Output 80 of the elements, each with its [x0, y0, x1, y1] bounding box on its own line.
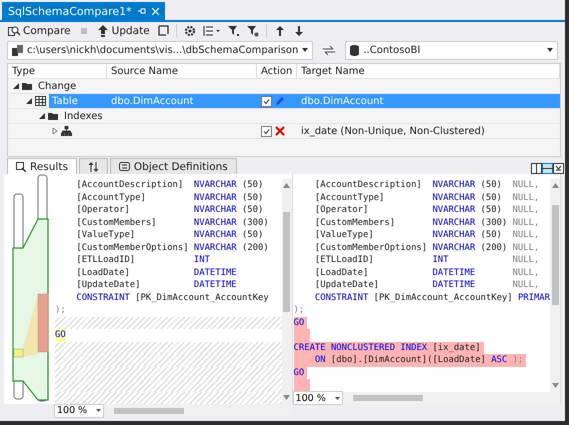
- code-line: [LoadDate] DATETIME NULL,: [314, 266, 540, 279]
- filter-icon: [246, 24, 259, 36]
- document-tab[interactable]: SqlSchemaCompare1*: [2, 2, 165, 20]
- check-icon: [263, 128, 270, 134]
- code-line: [LoadDate] DATETIME: [75, 266, 237, 279]
- swap-icon[interactable]: [323, 46, 336, 54]
- tree-row[interactable]: Indexes: [8, 109, 560, 124]
- vertical-scrollbar[interactable]: [550, 179, 560, 392]
- caret-icon: [96, 409, 101, 412]
- column-header[interactable]: Target Name: [297, 64, 560, 78]
- code-line: );: [55, 304, 66, 316]
- scroll-up-icon[interactable]: [283, 183, 290, 188]
- code-line: [CustomMembers] NVARCHAR (300): [75, 216, 269, 229]
- expanded-arrow-icon[interactable]: [39, 113, 45, 119]
- collapsed-arrow-icon[interactable]: [52, 128, 58, 134]
- code-line: [Operator] NVARCHAR (50): [75, 204, 264, 216]
- code-line: [AccountDescription] NVARCHAR (50) NULL,: [314, 179, 540, 192]
- database-icon: [350, 44, 360, 56]
- panel-tab[interactable]: [78, 158, 108, 174]
- code-line: [AccountType] NVARCHAR (50): [75, 192, 264, 204]
- code-line: [ETLLoadID] INT: [75, 254, 211, 266]
- script-icon: [156, 24, 169, 36]
- panel-tab[interactable]: Object Definitions: [110, 158, 237, 174]
- pin-icon[interactable]: [138, 8, 146, 14]
- project-icon: [12, 44, 23, 56]
- code-line: [ETLLoadID] INT NULL,: [314, 254, 540, 266]
- group-dropdown-icon: [202, 24, 221, 36]
- code-line: [AccountType] NVARCHAR (50) NULL,: [314, 192, 540, 204]
- settings-icon: [184, 24, 196, 36]
- folder-icon: [48, 112, 58, 120]
- definitions-icon: [118, 162, 130, 171]
- caret-icon: [547, 48, 553, 52]
- panel-tab[interactable]: Results: [7, 158, 77, 174]
- down-arrow-icon: [292, 24, 305, 36]
- checkbox[interactable]: [261, 126, 272, 136]
- expanded-arrow-icon[interactable]: [13, 83, 19, 89]
- scroll-up-icon[interactable]: [552, 183, 558, 188]
- results-icon: [16, 162, 26, 172]
- upload-arrow-icon: [96, 24, 109, 36]
- pencil-icon: [275, 96, 285, 106]
- vertical-scrollbar[interactable]: [282, 179, 292, 404]
- filter-icon: [228, 24, 240, 36]
- zoom-dropdown[interactable]: 100 %: [54, 404, 104, 418]
- code-line: CONSTRAINT [PK_DimAccount_AccountKey: [75, 292, 269, 304]
- code-line: CONSTRAINT [PK_DimAccount_AccountKey] PRIMAR: [314, 292, 550, 304]
- code-line: );: [294, 304, 304, 316]
- scroll-down-icon[interactable]: [552, 382, 558, 388]
- code-line: [AccountDescription] NVARCHAR (50): [75, 179, 264, 192]
- layout-icons[interactable]: [531, 163, 565, 174]
- check-icon: [263, 98, 270, 104]
- code-line: [CustomMembers] NVARCHAR (300) NULL,: [314, 216, 540, 229]
- column-header[interactable]: Source Name: [107, 64, 257, 78]
- close-icon[interactable]: [152, 8, 159, 14]
- caret-icon: [334, 396, 340, 400]
- code-line: [UpdateDate] DATETIME: [75, 279, 237, 292]
- code-line: [CustomMemberOptions] NVARCHAR (200): [75, 242, 269, 254]
- expanded-arrow-icon[interactable]: [26, 98, 32, 104]
- delete-icon: [275, 126, 285, 136]
- compare-icon: [8, 24, 20, 36]
- code-line: [CustomMemberOptions] NVARCHAR (200) NULL,: [314, 242, 540, 254]
- code-line: [ValueType] NVARCHAR (50): [75, 229, 264, 242]
- zoom-dropdown[interactable]: 100 %: [292, 391, 343, 405]
- hierarchy-icon: [61, 126, 72, 136]
- code-line: [Operator] NVARCHAR (50) NULL,: [314, 204, 540, 216]
- caret-icon: [302, 48, 308, 52]
- tree-row[interactable]: ix_date (Non-Unique, Non-Clustered): [8, 124, 560, 139]
- source-dropdown[interactable]: c:\users\nickh\documents\vis...\dbSchemaComparison: [7, 40, 314, 60]
- update-button[interactable]: Update: [94, 22, 152, 38]
- code-line: [ValueType] NVARCHAR (50) NULL,: [314, 229, 540, 242]
- code-line: [UpdateDate] DATETIME NULL,: [314, 279, 540, 292]
- column-header[interactable]: Action: [257, 64, 297, 78]
- column-header[interactable]: Type: [8, 64, 107, 78]
- compare-button[interactable]: Compare: [6, 22, 73, 38]
- folder-icon: [22, 82, 32, 90]
- sort-icon: [88, 162, 99, 172]
- table-icon: [35, 96, 46, 106]
- target-dropdown[interactable]: ..ContosoBI: [345, 40, 558, 60]
- checkbox[interactable]: [261, 96, 272, 106]
- scroll-down-icon[interactable]: [283, 395, 290, 400]
- up-arrow-icon: [274, 24, 286, 36]
